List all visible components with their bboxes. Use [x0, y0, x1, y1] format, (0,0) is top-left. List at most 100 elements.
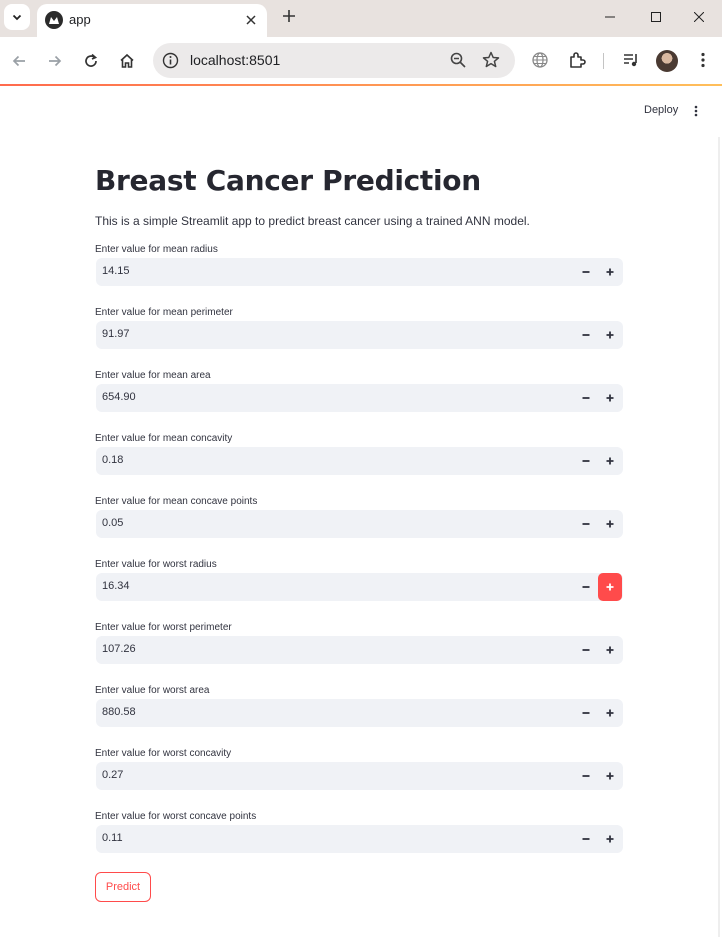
minus-icon — [582, 586, 590, 588]
page-title: Breast Cancer Prediction — [95, 164, 481, 197]
plus-icon — [606, 520, 614, 528]
decrement-button[interactable] — [574, 510, 598, 538]
number-input[interactable]: 107.26 — [96, 636, 623, 664]
increment-button[interactable] — [598, 384, 622, 412]
plus-icon — [606, 331, 614, 339]
decrement-button[interactable] — [574, 447, 598, 475]
number-input-label: Enter value for worst concavity — [95, 748, 232, 759]
browser-tab[interactable]: app — [37, 4, 267, 37]
number-input[interactable]: 14.15 — [96, 258, 623, 286]
number-input-value[interactable]: 14.15 — [102, 265, 130, 277]
number-input[interactable]: 16.34 — [96, 573, 623, 601]
bookmark-star-icon[interactable] — [481, 50, 501, 70]
number-input-value[interactable]: 0.18 — [102, 454, 123, 466]
increment-button[interactable] — [598, 636, 622, 664]
chevron-down-icon — [12, 14, 22, 21]
increment-button[interactable] — [598, 573, 622, 601]
address-bar-url[interactable]: localhost:8501 — [190, 52, 280, 68]
number-input-label: Enter value for worst concave points — [95, 811, 257, 822]
number-input-label: Enter value for mean perimeter — [95, 307, 233, 318]
deploy-button[interactable]: Deploy — [638, 102, 684, 120]
tab-search-button[interactable] — [4, 4, 30, 30]
increment-button[interactable] — [598, 258, 622, 286]
profile-avatar[interactable] — [656, 50, 678, 72]
increment-button[interactable] — [598, 699, 622, 727]
number-input[interactable]: 0.11 — [96, 825, 623, 853]
plus-icon — [606, 457, 614, 465]
number-input-field: Enter value for mean radius 14.15 — [95, 244, 623, 304]
increment-button[interactable] — [598, 825, 622, 853]
number-input-label: Enter value for mean area — [95, 370, 211, 381]
increment-button[interactable] — [598, 762, 622, 790]
number-input-value[interactable]: 880.58 — [102, 706, 136, 718]
decrement-button[interactable] — [574, 258, 598, 286]
plus-icon — [606, 646, 614, 654]
predict-button[interactable]: Predict — [95, 872, 151, 902]
number-input[interactable]: 654.90 — [96, 384, 623, 412]
plus-icon — [606, 835, 614, 843]
number-input-field: Enter value for worst perimeter 107.26 — [95, 622, 623, 682]
reload-button[interactable] — [77, 47, 105, 75]
decrement-button[interactable] — [574, 825, 598, 853]
decrement-button[interactable] — [574, 636, 598, 664]
number-input-field: Enter value for worst radius 16.34 — [95, 559, 623, 619]
extensions-puzzle-icon[interactable] — [566, 49, 588, 71]
number-input-value[interactable]: 16.34 — [102, 580, 130, 592]
close-window-button[interactable] — [676, 4, 722, 30]
address-bar[interactable]: localhost:8501 — [153, 43, 515, 78]
number-input-value[interactable]: 0.11 — [102, 832, 123, 844]
increment-button[interactable] — [598, 447, 622, 475]
decrement-button[interactable] — [574, 699, 598, 727]
new-tab-button[interactable] — [278, 5, 300, 29]
number-input-label: Enter value for mean concavity — [95, 433, 233, 444]
zoom-icon[interactable] — [449, 51, 467, 69]
decrement-button[interactable] — [574, 762, 598, 790]
browser-toolbar: localhost:8501 — [0, 37, 722, 84]
number-input-field: Enter value for mean perimeter 91.97 — [95, 307, 623, 367]
number-input-value[interactable]: 91.97 — [102, 328, 130, 340]
plus-icon — [606, 583, 614, 591]
minimize-button[interactable] — [587, 4, 633, 30]
decrement-button[interactable] — [574, 384, 598, 412]
tab-close-icon[interactable] — [241, 10, 261, 30]
streamlit-main-menu-icon[interactable] — [688, 102, 704, 120]
decrement-button[interactable] — [574, 321, 598, 349]
plus-icon — [606, 709, 614, 717]
minus-icon — [582, 775, 590, 777]
number-input[interactable]: 880.58 — [96, 699, 623, 727]
number-input-value[interactable]: 0.05 — [102, 517, 123, 529]
minus-icon — [582, 334, 590, 336]
number-input-value[interactable]: 107.26 — [102, 643, 136, 655]
browser-menu-icon[interactable] — [692, 49, 714, 71]
home-button[interactable] — [113, 47, 141, 75]
number-input-field: Enter value for mean concavity 0.18 — [95, 433, 623, 493]
increment-button[interactable] — [598, 321, 622, 349]
decrement-button[interactable] — [574, 573, 598, 601]
minimize-icon — [605, 16, 615, 18]
home-icon — [120, 53, 134, 68]
translate-globe-icon[interactable] — [529, 49, 551, 71]
number-input-label: Enter value for worst area — [95, 685, 210, 696]
toolbar-divider — [603, 53, 604, 69]
number-input-field: Enter value for worst concavity 0.27 — [95, 748, 623, 808]
number-input[interactable]: 0.05 — [96, 510, 623, 538]
streamlit-favicon-icon — [45, 11, 63, 29]
increment-button[interactable] — [598, 510, 622, 538]
number-input[interactable]: 91.97 — [96, 321, 623, 349]
maximize-button[interactable] — [633, 4, 679, 30]
streamlit-decoration-line — [0, 84, 722, 86]
minus-icon — [582, 712, 590, 714]
site-info-icon[interactable] — [162, 52, 179, 69]
number-input-value[interactable]: 654.90 — [102, 391, 136, 403]
scrollbar[interactable] — [718, 137, 720, 937]
number-input[interactable]: 0.27 — [96, 762, 623, 790]
media-controls-icon[interactable] — [620, 49, 642, 71]
back-button[interactable] — [5, 47, 33, 75]
number-input-label: Enter value for mean radius — [95, 244, 218, 255]
number-input-value[interactable]: 0.27 — [102, 769, 123, 781]
minus-icon — [582, 649, 590, 651]
forward-button[interactable] — [41, 47, 69, 75]
plus-icon — [606, 394, 614, 402]
plus-icon — [606, 772, 614, 780]
number-input[interactable]: 0.18 — [96, 447, 623, 475]
